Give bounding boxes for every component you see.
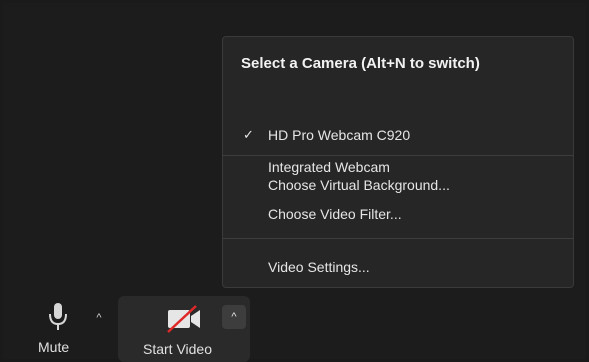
video-settings-item[interactable]: Video Settings...: [223, 253, 573, 281]
menu-item-label: Choose Video Filter...: [268, 206, 402, 222]
menu-item-label: Choose Virtual Background...: [268, 177, 450, 193]
video-options-caret[interactable]: ^: [222, 305, 246, 329]
camera-off-icon: [167, 305, 200, 333]
choose-video-filter-item[interactable]: Choose Video Filter...: [223, 200, 573, 228]
camera-option-hd-pro-webcam[interactable]: ✓ HD Pro Webcam C920: [223, 121, 573, 149]
menu-divider: [223, 238, 573, 239]
microphone-icon: [49, 303, 67, 330]
camera-menu-title: Select a Camera (Alt+N to switch): [241, 55, 480, 72]
choose-virtual-background-item[interactable]: Choose Virtual Background...: [223, 171, 573, 199]
mute-button[interactable]: Mute: [30, 296, 86, 358]
menu-item-label: Video Settings...: [268, 259, 370, 275]
start-video-label: Start Video: [143, 341, 213, 357]
mute-label: Mute: [38, 339, 70, 355]
checkmark-icon: ✓: [243, 127, 254, 142]
meeting-toolbar: Mute ^ Start Video: [0, 296, 589, 362]
meeting-window: Select a Camera (Alt+N to switch) ✓ HD P…: [0, 0, 589, 362]
audio-options-caret[interactable]: ^: [92, 312, 106, 326]
camera-option-label: HD Pro Webcam C920: [268, 127, 411, 143]
camera-menu: Select a Camera (Alt+N to switch) ✓ HD P…: [222, 36, 574, 288]
menu-divider: [223, 155, 573, 156]
